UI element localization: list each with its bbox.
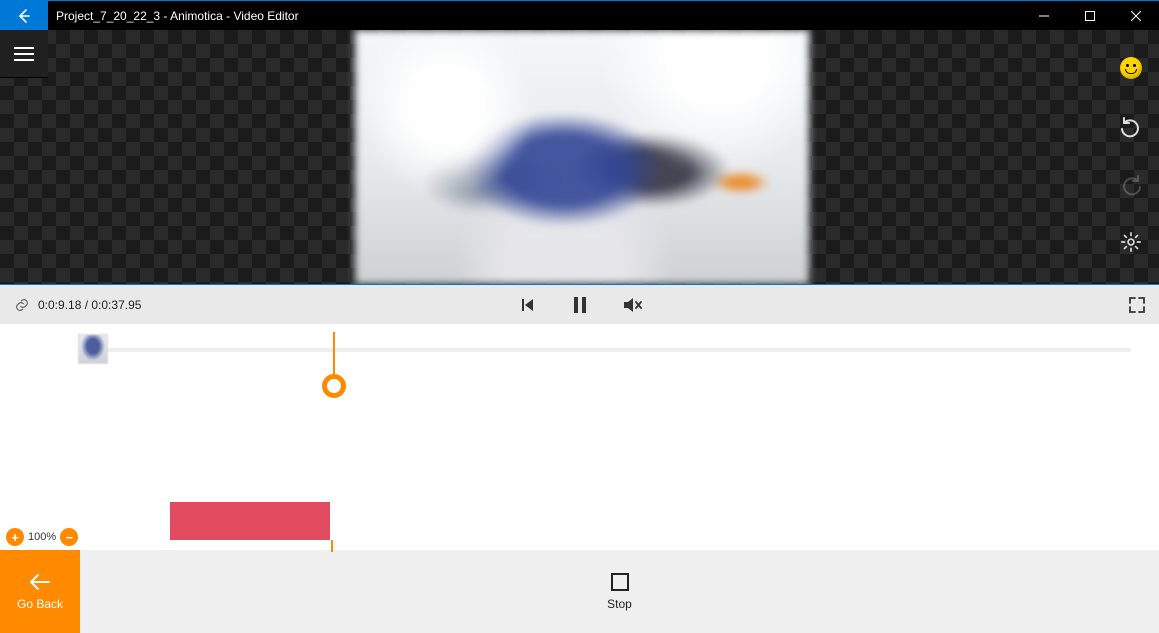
timeline-track[interactable] <box>78 348 1131 352</box>
link-time-button[interactable] <box>10 293 34 317</box>
preview-area <box>0 30 1159 284</box>
emoji-button[interactable] <box>1111 48 1151 88</box>
minimize-button[interactable] <box>1021 1 1067 30</box>
playhead-handle[interactable] <box>322 374 346 398</box>
maximize-icon <box>1085 11 1095 21</box>
stop-label: Stop <box>607 597 632 611</box>
gear-icon <box>1120 231 1142 253</box>
prev-frame-button[interactable] <box>516 293 540 317</box>
playback-time: 0:0:9.18 / 0:0:37.95 <box>38 298 141 312</box>
zoom-in-button[interactable]: + <box>6 528 24 546</box>
minimize-icon <box>1039 11 1049 21</box>
zoom-controls: + 100% − <box>6 528 78 546</box>
zoom-out-button[interactable]: − <box>60 528 78 546</box>
playback-bar: 0:0:9.18 / 0:0:37.95 <box>0 284 1159 324</box>
clip-thumbnail[interactable] <box>78 334 108 364</box>
titlebar-spacer <box>307 1 1021 30</box>
stop-button[interactable]: Stop <box>607 573 632 611</box>
skip-back-icon <box>519 296 537 314</box>
link-icon <box>14 297 30 313</box>
mute-button[interactable] <box>620 293 644 317</box>
pause-button[interactable] <box>568 293 592 317</box>
recording-clip[interactable] <box>170 502 330 540</box>
menu-button[interactable] <box>0 30 48 78</box>
fullscreen-button[interactable] <box>1125 293 1149 317</box>
close-button[interactable] <box>1113 1 1159 30</box>
mute-icon <box>622 296 642 314</box>
zoom-value: 100% <box>28 531 56 543</box>
playhead-tick <box>331 540 333 552</box>
settings-button[interactable] <box>1111 222 1151 262</box>
go-back-button[interactable]: Go Back <box>0 550 80 633</box>
title-bar: Project_7_20_22_3 - Animotica - Video Ed… <box>0 0 1159 30</box>
fullscreen-icon <box>1128 296 1146 314</box>
hamburger-icon <box>14 47 34 61</box>
stop-icon <box>611 573 629 591</box>
undo-button[interactable] <box>1111 106 1151 146</box>
side-toolbar <box>1107 48 1155 262</box>
go-back-label: Go Back <box>17 597 63 611</box>
bottom-bar: Go Back Stop <box>0 550 1159 633</box>
redo-button[interactable] <box>1111 164 1151 204</box>
undo-icon <box>1119 114 1143 138</box>
pause-icon <box>573 297 587 313</box>
arrow-left-icon <box>16 8 32 24</box>
arrow-left-icon <box>29 573 51 591</box>
emoji-icon <box>1120 57 1142 79</box>
window-title: Project_7_20_22_3 - Animotica - Video Ed… <box>48 1 307 30</box>
redo-icon <box>1119 172 1143 196</box>
maximize-button[interactable] <box>1067 1 1113 30</box>
video-preview[interactable] <box>355 30 809 284</box>
timeline[interactable]: + 100% − <box>0 324 1159 550</box>
close-icon <box>1131 11 1141 21</box>
back-button[interactable] <box>0 1 48 30</box>
